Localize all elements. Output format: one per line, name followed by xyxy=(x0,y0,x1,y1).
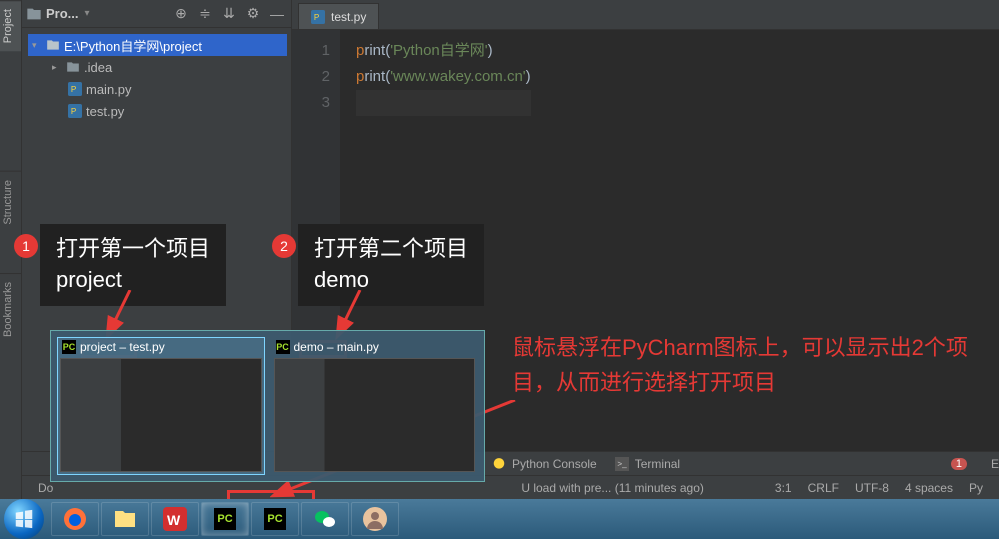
line-number: 1 xyxy=(292,38,330,64)
sidebar-tab-project[interactable]: Project xyxy=(0,0,21,51)
folder-icon xyxy=(113,507,137,531)
status-caret-pos[interactable]: 3:1 xyxy=(767,481,800,495)
callout-badge-1: 1 xyxy=(14,234,38,258)
status-line-sep[interactable]: CRLF xyxy=(800,481,847,495)
code-line: print('www.wakey.com.cn') xyxy=(356,64,531,90)
error-label: E xyxy=(991,457,999,471)
tab-terminal[interactable]: >_ Terminal xyxy=(615,457,680,471)
python-file-icon: P xyxy=(68,104,82,118)
taskbar-firefox[interactable] xyxy=(51,502,99,536)
taskbar-wechat[interactable] xyxy=(301,502,349,536)
status-message: U load with pre... (11 minutes ago) xyxy=(61,481,767,495)
sidebar-tab-bookmarks[interactable]: Bookmarks xyxy=(0,273,21,345)
wechat-icon xyxy=(313,507,337,531)
bottom-tab-label: Python Console xyxy=(512,457,597,471)
chevron-down-icon[interactable]: ▾ xyxy=(85,8,90,19)
callout-box-1: 打开第一个项目 project xyxy=(40,224,226,306)
tree-item-idea[interactable]: ▸ .idea xyxy=(28,56,287,78)
project-tree: ▾ E:\Python自学网\project ▸ .idea P main.py… xyxy=(22,28,291,126)
svg-text:P: P xyxy=(71,85,77,94)
preview-title: PC demo – main.py xyxy=(272,338,478,356)
status-left-prefix: Do xyxy=(30,481,61,495)
status-lang[interactable]: Py xyxy=(961,481,991,495)
preview-thumbnail xyxy=(60,358,262,472)
panel-title: Pro... xyxy=(46,6,79,21)
windows-taskbar: W PC PC xyxy=(0,499,999,539)
status-encoding[interactable]: UTF-8 xyxy=(847,481,897,495)
hover-explanation: 鼠标悬浮在PyCharm图标上，可以显示出2个项目，从而进行选择打开项目 xyxy=(512,330,982,400)
editor-tab-label: test.py xyxy=(331,10,366,24)
callout-line: 打开第一个项目 xyxy=(56,234,210,265)
svg-text:P: P xyxy=(314,12,320,21)
pycharm-icon: PC xyxy=(214,508,236,530)
folder-icon xyxy=(46,38,60,52)
line-number: 3 xyxy=(292,90,330,116)
firefox-icon xyxy=(63,507,87,531)
taskbar-preview-popup: PC project – test.py PC demo – main.py xyxy=(50,330,485,482)
tree-item-label: main.py xyxy=(86,82,132,97)
gear-icon[interactable]: ⚙ xyxy=(243,4,263,24)
avatar-icon xyxy=(363,507,387,531)
taskbar-pycharm[interactable]: PC xyxy=(201,502,249,536)
project-panel-header: Pro... ▾ ⊕ ≑ ⇊ ⚙ — xyxy=(22,0,291,28)
tab-python-console[interactable]: Python Console xyxy=(492,457,597,471)
windows-logo-icon xyxy=(13,508,35,530)
tree-item-mainpy[interactable]: P main.py xyxy=(28,78,287,100)
pycharm-icon: PC xyxy=(276,340,290,354)
expand-icon: ▸ xyxy=(52,62,62,73)
taskbar-pycharm-2[interactable]: PC xyxy=(251,502,299,536)
taskbar-preview-demo[interactable]: PC demo – main.py xyxy=(271,337,479,475)
preview-title: PC project – test.py xyxy=(58,338,264,356)
editor-tab-bar: P test.py xyxy=(292,0,999,30)
callout-line: 打开第二个项目 xyxy=(314,234,468,265)
tree-item-label: test.py xyxy=(86,104,124,119)
tree-root-label: E:\Python自学网\project xyxy=(64,36,202,55)
taskbar-explorer[interactable] xyxy=(101,502,149,536)
taskbar-avatar[interactable] xyxy=(351,502,399,536)
tree-root[interactable]: ▾ E:\Python自学网\project xyxy=(28,34,287,56)
expand-all-icon[interactable]: ≑ xyxy=(195,4,215,24)
code-line xyxy=(356,90,531,116)
code-line: print('Python自学网') xyxy=(356,38,531,64)
error-badge[interactable]: 1 xyxy=(951,458,967,470)
wps-icon: W xyxy=(163,507,187,531)
preview-title-text: project – test.py xyxy=(80,340,165,354)
pycharm-icon: PC xyxy=(62,340,76,354)
pycharm-icon: PC xyxy=(264,508,286,530)
tree-item-label: .idea xyxy=(84,60,112,75)
callout-box-2: 打开第二个项目 demo xyxy=(298,224,484,306)
hide-icon[interactable]: — xyxy=(267,4,287,24)
tree-item-testpy[interactable]: P test.py xyxy=(28,100,287,122)
taskbar-preview-project[interactable]: PC project – test.py xyxy=(57,337,265,475)
svg-text:P: P xyxy=(71,107,77,116)
bottom-tab-label: Terminal xyxy=(635,457,680,471)
python-file-icon: P xyxy=(311,10,325,24)
svg-text:W: W xyxy=(167,512,181,528)
preview-title-text: demo – main.py xyxy=(294,340,379,354)
terminal-icon: >_ xyxy=(615,457,629,471)
svg-text:>_: >_ xyxy=(617,459,627,468)
sidebar-tab-structure[interactable]: Structure xyxy=(0,171,21,233)
editor-tab-testpy[interactable]: P test.py xyxy=(298,3,379,29)
folder-icon xyxy=(66,60,80,74)
status-indent[interactable]: 4 spaces xyxy=(897,481,961,495)
expand-icon: ▾ xyxy=(32,40,42,51)
locate-icon[interactable]: ⊕ xyxy=(171,4,191,24)
collapse-icon[interactable]: ⇊ xyxy=(219,4,239,24)
python-icon xyxy=(492,457,506,471)
preview-thumbnail xyxy=(274,358,476,472)
line-number: 2 xyxy=(292,64,330,90)
taskbar-wps[interactable]: W xyxy=(151,502,199,536)
callout-line: demo xyxy=(314,265,468,296)
folder-icon xyxy=(26,6,42,22)
python-file-icon: P xyxy=(68,82,82,96)
callout-badge-2: 2 xyxy=(272,234,296,258)
callout-line: project xyxy=(56,265,210,296)
start-button[interactable] xyxy=(4,499,44,539)
